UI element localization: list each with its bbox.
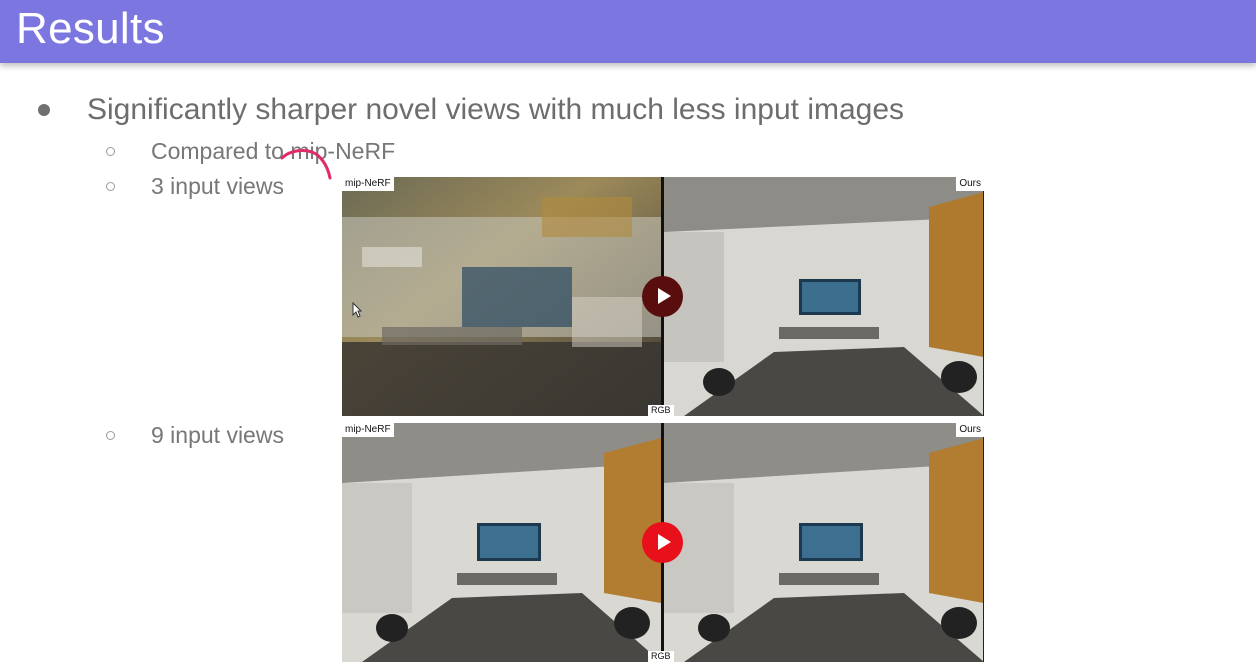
video-9-views[interactable]: mip-NeRF Ours RGB bbox=[342, 423, 984, 662]
label-ours: Ours bbox=[956, 177, 984, 191]
sub-bullet-circle bbox=[106, 147, 115, 156]
pen-annotation-mark bbox=[280, 149, 332, 180]
sub-item-9-views: 9 input views bbox=[151, 422, 284, 448]
sub-item-3-views: 3 input views bbox=[151, 173, 284, 199]
play-button[interactable] bbox=[642, 276, 683, 317]
mouse-cursor-icon bbox=[352, 302, 362, 318]
label-mipnerf: mip-NeRF bbox=[342, 423, 394, 437]
play-button[interactable] bbox=[642, 522, 683, 563]
label-ours: Ours bbox=[956, 423, 984, 437]
slide-title: Results bbox=[16, 4, 165, 53]
video-frame-mipnerf-9 bbox=[342, 423, 661, 662]
sub-item-compared: Compared to mip-NeRF bbox=[151, 138, 396, 164]
sub-bullet-circle bbox=[106, 431, 115, 440]
sub-bullet-circle bbox=[106, 182, 115, 191]
video-3-views[interactable]: mip-NeRF Ours RGB bbox=[342, 177, 984, 416]
video-frame-ours-3 bbox=[664, 177, 983, 416]
video-frame-mipnerf-3 bbox=[342, 177, 661, 416]
label-rgb: RGB bbox=[648, 405, 674, 416]
label-rgb: RGB bbox=[648, 651, 674, 662]
slide-title-bar: Results bbox=[0, 0, 1256, 63]
label-mipnerf: mip-NeRF bbox=[342, 177, 394, 191]
bullet-dot bbox=[38, 104, 50, 116]
main-bullet-text: Significantly sharper novel views with m… bbox=[87, 93, 905, 126]
video-frame-ours-9 bbox=[664, 423, 983, 662]
